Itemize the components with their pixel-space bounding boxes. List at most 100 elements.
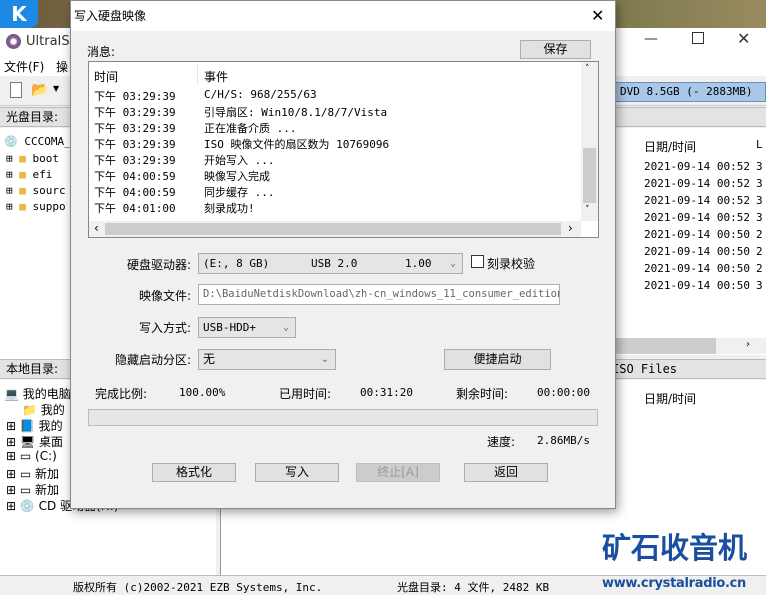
write-disk-image-dialog: 写入硬盘映像 ✕ 消息: 保存 时间 事件 下午 03:29:39 C/H/S: … bbox=[70, 0, 616, 509]
log-row: 下午 03:29:39 开始写入 ... bbox=[94, 152, 275, 168]
col-l[interactable]: L bbox=[756, 138, 763, 151]
speed-label: 速度: bbox=[487, 435, 516, 449]
tree-label: (C:) bbox=[35, 449, 57, 463]
scroll-right-icon[interactable]: › bbox=[568, 221, 573, 235]
col-date[interactable]: 日期/时间 bbox=[644, 390, 696, 407]
file-l: 2 bbox=[756, 262, 763, 275]
messages-label: 消息: bbox=[87, 45, 116, 59]
elapsed-label: 已用时间: bbox=[279, 387, 332, 401]
tree-node-icon: ▭ bbox=[19, 483, 32, 497]
maximize-button[interactable] bbox=[692, 32, 704, 44]
dialog-close-button[interactable]: ✕ bbox=[591, 1, 604, 31]
folder-icon: ■ bbox=[19, 184, 26, 197]
drive-version: 1.00 bbox=[405, 257, 432, 270]
iso-files-label: ISO Files bbox=[612, 362, 678, 376]
tree-item-sources[interactable]: ⊞ ■ sourc bbox=[6, 184, 66, 197]
image-file-input[interactable]: D:\BaiduNetdiskDownload\zh-cn_windows_11… bbox=[198, 284, 560, 305]
remaining-label: 剩余时间: bbox=[456, 387, 509, 401]
dropdown-arrow-icon[interactable]: ▼ bbox=[53, 84, 59, 93]
local-tree-item[interactable]: ⊞ 📘 我的 bbox=[6, 417, 63, 434]
vertical-scrollbar[interactable]: ˄ ˅ bbox=[581, 62, 598, 221]
file-row[interactable]: 2021-09-14 00:52 3 bbox=[644, 194, 763, 207]
ultraiso-logo-icon bbox=[6, 34, 21, 49]
tree-root[interactable]: 💿 CCCOMA_X bbox=[4, 135, 77, 148]
write-mode-label: 写入方式: bbox=[138, 321, 191, 335]
local-tree-item[interactable]: 💻 我的电脑 bbox=[4, 385, 71, 402]
local-tree-item[interactable]: ⊞ ▭ 新加 bbox=[6, 481, 59, 498]
horizontal-scrollbar[interactable]: ‹ › bbox=[89, 221, 581, 237]
tree-node-icon: 💻 bbox=[4, 387, 19, 401]
scrollbar-thumb[interactable] bbox=[616, 338, 716, 354]
horizontal-scrollbar[interactable]: › bbox=[616, 338, 766, 354]
file-l: 3 bbox=[756, 177, 763, 190]
drive-select[interactable]: (E:, 8 GB) USB 2.0 1.00 ⌄ bbox=[198, 253, 463, 274]
hidden-partition-select[interactable]: 无 ⌄ bbox=[198, 349, 336, 370]
chevron-down-icon: ⌄ bbox=[320, 354, 329, 365]
chevron-down-icon: ⌄ bbox=[282, 322, 289, 333]
tree-item-boot[interactable]: ⊞ ■ boot bbox=[6, 152, 59, 165]
file-l: 3 bbox=[756, 160, 763, 173]
menu-operation[interactable]: 操 bbox=[56, 58, 68, 75]
minimize-button[interactable]: — bbox=[644, 31, 658, 47]
disc-capacity-field[interactable]: DVD 8.5GB (- 2883MB) bbox=[615, 82, 766, 102]
file-row[interactable]: 2021-09-14 00:50 2 bbox=[644, 262, 763, 275]
save-button[interactable]: 保存 bbox=[520, 40, 591, 59]
file-row[interactable]: 2021-09-14 00:52 3 bbox=[644, 177, 763, 190]
chevron-down-icon: ⌄ bbox=[449, 258, 456, 269]
close-button[interactable]: ✕ bbox=[737, 29, 750, 48]
menu-file[interactable]: 文件(F) bbox=[4, 58, 44, 75]
status-copyright: 版权所有 (c)2002-2021 EZB Systems, Inc. bbox=[73, 581, 323, 594]
log-time: 下午 03:29:39 bbox=[94, 90, 176, 103]
folder-icon: ■ bbox=[19, 152, 26, 165]
scroll-left-icon[interactable]: ‹ bbox=[94, 221, 99, 235]
hidden-partition-value: 无 bbox=[203, 352, 216, 366]
file-row[interactable]: 2021-09-14 00:50 2 bbox=[644, 228, 763, 241]
quick-boot-button[interactable]: 便捷启动 bbox=[444, 349, 551, 370]
dialog-title: 写入硬盘映像 bbox=[74, 9, 147, 23]
tree-label: sourc bbox=[32, 184, 66, 197]
verify-checkbox[interactable] bbox=[471, 255, 484, 268]
local-tree-item[interactable]: ⊞ ▭ 新加 bbox=[6, 465, 59, 482]
col-event[interactable]: 事件 bbox=[204, 68, 228, 85]
write-button[interactable]: 写入 bbox=[255, 463, 339, 482]
file-row[interactable]: 2021-09-14 00:52 3 bbox=[644, 211, 763, 224]
scroll-right-icon[interactable]: › bbox=[746, 339, 750, 350]
col-date[interactable]: 日期/时间 bbox=[644, 138, 696, 155]
log-event: ISO 映像文件的扇区数为 10769096 bbox=[204, 138, 390, 151]
log-event: 开始写入 ... bbox=[204, 154, 275, 167]
file-l: 3 bbox=[756, 211, 763, 224]
file-date: 2021-09-14 00:52 bbox=[644, 211, 750, 224]
log-time: 下午 03:29:39 bbox=[94, 122, 176, 135]
file-row[interactable]: 2021-09-14 00:50 2 bbox=[644, 245, 763, 258]
file-l: 3 bbox=[756, 194, 763, 207]
format-button[interactable]: 格式化 bbox=[152, 463, 236, 482]
log-row: 下午 03:29:39 引导扇区: Win10/8.1/8/7/Vista bbox=[94, 104, 387, 120]
write-mode-select[interactable]: USB-HDD+ ⌄ bbox=[198, 317, 296, 338]
tree-label: 新加 bbox=[35, 483, 60, 497]
scroll-down-icon[interactable]: ˅ bbox=[585, 205, 590, 215]
file-row[interactable]: 2021-09-14 00:50 3 bbox=[644, 279, 763, 292]
tree-label: 我的 bbox=[38, 419, 63, 433]
local-tree-item[interactable]: ⊞ ▭ (C:) bbox=[6, 449, 57, 463]
file-l: 2 bbox=[756, 245, 763, 258]
back-button[interactable]: 返回 bbox=[464, 463, 548, 482]
tree-item-support[interactable]: ⊞ ■ suppo bbox=[6, 200, 66, 213]
file-row[interactable]: 2021-09-14 00:52 3 bbox=[644, 160, 763, 173]
log-event: 同步缓存 ... bbox=[204, 186, 275, 199]
log-row: 下午 03:29:39 ISO 映像文件的扇区数为 10769096 bbox=[94, 136, 389, 152]
scrollbar-thumb[interactable] bbox=[105, 223, 561, 235]
col-time[interactable]: 时间 bbox=[94, 68, 118, 85]
new-file-icon[interactable] bbox=[10, 82, 22, 98]
scrollbar-thumb[interactable] bbox=[583, 148, 596, 203]
log-row: 下午 03:29:39 C/H/S: 968/255/63 bbox=[94, 88, 317, 104]
log-row: 下午 04:01:00 刻录成功! bbox=[94, 200, 255, 216]
local-tree-item[interactable]: 📁 我的 bbox=[22, 401, 65, 418]
scroll-up-icon[interactable]: ˄ bbox=[585, 64, 590, 74]
file-date: 2021-09-14 00:52 bbox=[644, 177, 750, 190]
drive-bus: USB 2.0 bbox=[311, 257, 358, 270]
tree-item-efi[interactable]: ⊞ ■ efi bbox=[6, 168, 52, 181]
open-folder-icon[interactable]: 📂 bbox=[31, 82, 48, 98]
desktop-app-icon[interactable]: K bbox=[0, 0, 38, 28]
local-tree-item[interactable]: ⊞ 🖥 桌面 bbox=[6, 433, 63, 450]
abort-button[interactable]: 终止[A] bbox=[356, 463, 440, 482]
